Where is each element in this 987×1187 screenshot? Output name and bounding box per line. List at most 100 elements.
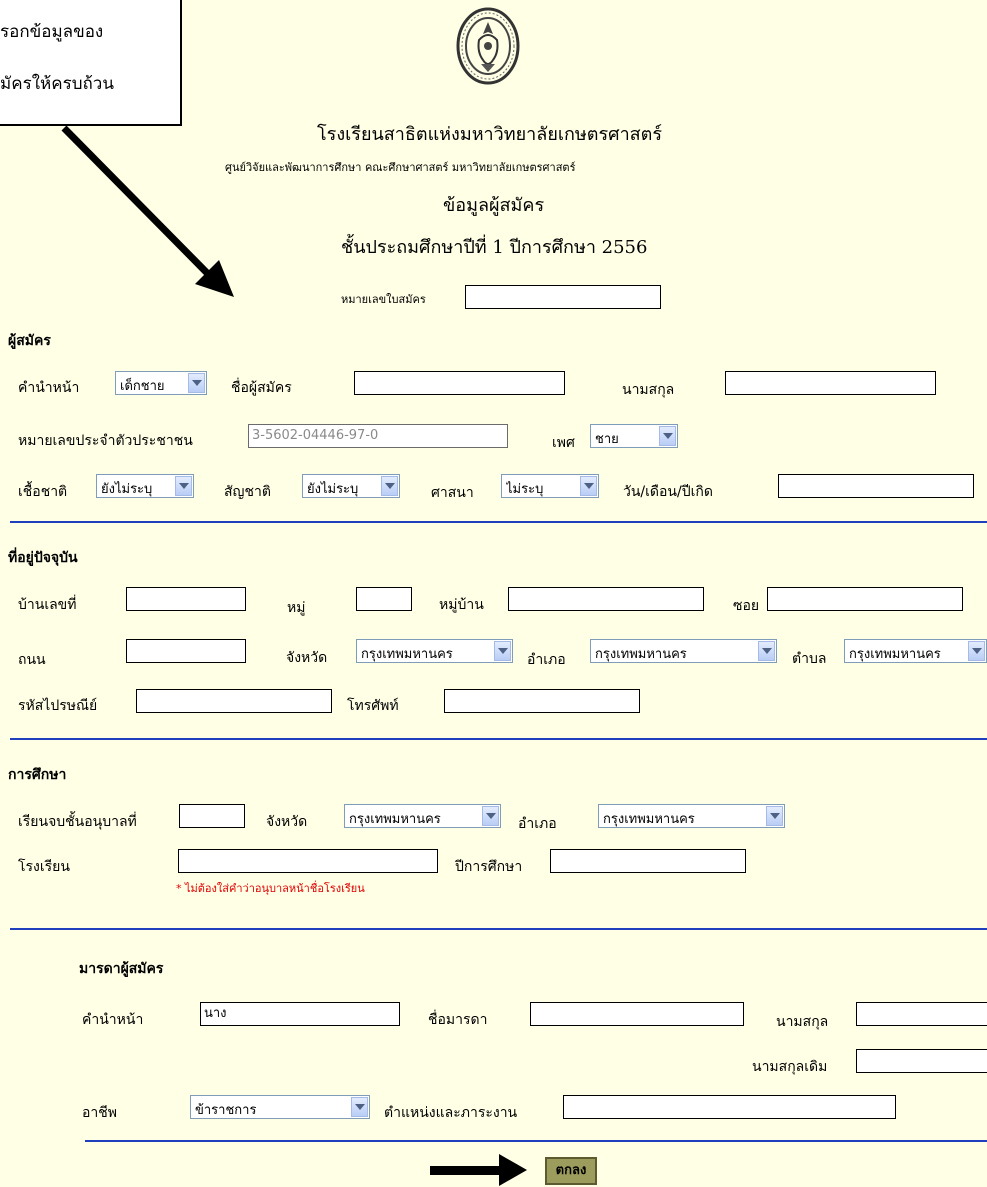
edu-district-value: กรุงเทพมหานคร [603, 812, 695, 827]
edu-province-label: จังหวัด [266, 814, 308, 830]
kindergarten-label: เรียนจบชั้นอนุบาลที่ [18, 814, 137, 830]
right-arrow-icon [430, 1154, 527, 1186]
position-input[interactable] [563, 1095, 896, 1119]
divider [85, 1140, 987, 1142]
school-name: โรงเรียนสาธิตแห่งมหาวิทยาลัยเกษตรศาสตร์ [317, 124, 663, 145]
maiden-name-input[interactable] [856, 1049, 987, 1073]
soi-input[interactable] [767, 587, 963, 611]
edu-district-label: อำเภอ [518, 816, 557, 832]
postal-label: รหัสไปรษณีย์ [18, 698, 98, 714]
applicant-name-input[interactable] [354, 371, 565, 395]
chevron-down-icon [351, 1097, 368, 1117]
surname-label: นามสกุล [622, 382, 675, 398]
religion-label: ศาสนา [431, 485, 474, 501]
occupation-label: อาชีพ [82, 1105, 117, 1121]
moo-input[interactable] [356, 587, 412, 611]
chevron-down-icon [175, 476, 192, 496]
nationality-label: สัญชาติ [224, 484, 271, 500]
form-title: ข้อมูลผู้สมัคร [443, 195, 545, 216]
phone-label: โทรศัพท์ [347, 698, 399, 714]
position-label: ตำแหน่งและภาระงาน [384, 1105, 518, 1121]
edu-province-value: กรุงเทพมหานคร [349, 812, 441, 827]
mother-section-title: มารดาผู้สมัคร [79, 961, 164, 977]
divider [10, 521, 987, 523]
applicant-section-title: ผู้สมัคร [8, 333, 51, 349]
occupation-select[interactable]: ข้าราชการ [190, 1095, 370, 1119]
prefix-label: คำนำหน้า [18, 380, 80, 396]
district-select[interactable]: กรุงเทพมหานคร [590, 639, 777, 663]
education-section-title: การศึกษา [8, 767, 67, 783]
school-label: โรงเรียน [18, 859, 70, 875]
school-note: * ไม่ต้องใส่คำว่าอนุบาลหน้าชื่อโรงเรียน [176, 882, 365, 895]
chevron-down-icon [482, 806, 499, 826]
diagonal-arrow-icon [61, 125, 234, 297]
occupation-value: ข้าราชการ [195, 1103, 257, 1118]
application-no-input[interactable] [465, 285, 661, 309]
sex-label: เพศ [552, 435, 575, 451]
prefix-select[interactable]: เด็กชาย [115, 371, 207, 395]
divider [10, 738, 987, 740]
district-value: กรุงเทพมหานคร [595, 647, 687, 662]
subdistrict-label: ตำบล [792, 651, 827, 667]
postal-input[interactable] [136, 689, 332, 713]
prefix-value: เด็กชาย [120, 379, 165, 394]
village-input[interactable] [508, 587, 704, 611]
mother-surname-label: นามสกุล [776, 1014, 829, 1030]
nationality-value: ยังไม่ระบุ [307, 482, 359, 497]
birthdate-input[interactable] [778, 474, 974, 498]
chevron-down-icon [968, 641, 985, 661]
chevron-down-icon [188, 373, 205, 393]
chevron-down-icon [494, 641, 511, 661]
id-label: หมายเลขประจำตัวประชาชน [18, 433, 193, 449]
maiden-name-label: นามสกุลเดิม [752, 1059, 828, 1075]
province-value: กรุงเทพมหานคร [361, 647, 453, 662]
phone-input[interactable] [444, 689, 640, 713]
mother-name-label: ชื่อมารดา [428, 1012, 488, 1028]
mother-prefix-label: คำนำหน้า [82, 1012, 144, 1028]
submit-button[interactable]: ตกลง [545, 1157, 597, 1185]
mother-prefix-input[interactable]: นาง [200, 1002, 400, 1026]
province-select[interactable]: กรุงเทพมหานคร [356, 639, 513, 663]
religion-select[interactable]: ไม่ระบุ [501, 474, 599, 498]
center-name: ศูนย์วิจัยและพัฒนาการศึกษา คณะศึกษาศาสตร… [225, 161, 576, 174]
ethnicity-label: เชื้อชาติ [18, 484, 68, 500]
edu-district-select[interactable]: กรุงเทพมหานคร [598, 804, 785, 828]
grade-year: ชั้นประถมศึกษาปีที่ 1 ปีการศึกษา 2556 [341, 237, 648, 258]
ethnicity-value: ยังไม่ระบุ [101, 482, 153, 497]
address-section-title: ที่อยู่ปัจจุบัน [8, 550, 78, 566]
house-no-label: บ้านเลขที่ [18, 597, 77, 613]
nationality-select[interactable]: ยังไม่ระบุ [302, 474, 400, 498]
school-year-label: ปีการศึกษา [455, 859, 523, 875]
sex-value: ชาย [595, 432, 619, 447]
province-label: จังหวัด [286, 650, 328, 666]
university-seal-icon [456, 7, 520, 85]
applicant-surname-input[interactable] [725, 371, 936, 395]
kindergarten-input[interactable] [179, 804, 245, 828]
chevron-down-icon [580, 476, 597, 496]
national-id-input[interactable]: 3-5602-04446-97-0 [248, 424, 508, 448]
chevron-down-icon [758, 641, 775, 661]
district-label: อำเภอ [527, 652, 566, 668]
village-label: หมู่บ้าน [439, 597, 484, 613]
mother-surname-input[interactable] [856, 1002, 987, 1026]
mother-name-input[interactable] [530, 1002, 744, 1026]
application-no-label: หมายเลขใบสมัคร [341, 293, 426, 306]
school-input[interactable] [178, 849, 438, 873]
road-input[interactable] [126, 639, 246, 663]
school-year-input[interactable] [550, 849, 746, 873]
sex-select[interactable]: ชาย [590, 424, 678, 448]
chevron-down-icon [766, 806, 783, 826]
chevron-down-icon [659, 426, 676, 446]
chevron-down-icon [381, 476, 398, 496]
subdistrict-select[interactable]: กรุงเทพมหานคร [844, 639, 987, 663]
edu-province-select[interactable]: กรุงเทพมหานคร [344, 804, 501, 828]
moo-label: หมู่ [287, 600, 306, 616]
soi-label: ซอย [733, 598, 760, 614]
ethnicity-select[interactable]: ยังไม่ระบุ [96, 474, 194, 498]
road-label: ถนน [18, 652, 46, 668]
house-no-input[interactable] [126, 587, 246, 611]
birthdate-label: วัน/เดือน/ปีเกิด [623, 484, 713, 500]
religion-value: ไม่ระบุ [506, 482, 544, 497]
name-label: ชื่อผู้สมัคร [231, 380, 292, 396]
divider [10, 928, 987, 930]
